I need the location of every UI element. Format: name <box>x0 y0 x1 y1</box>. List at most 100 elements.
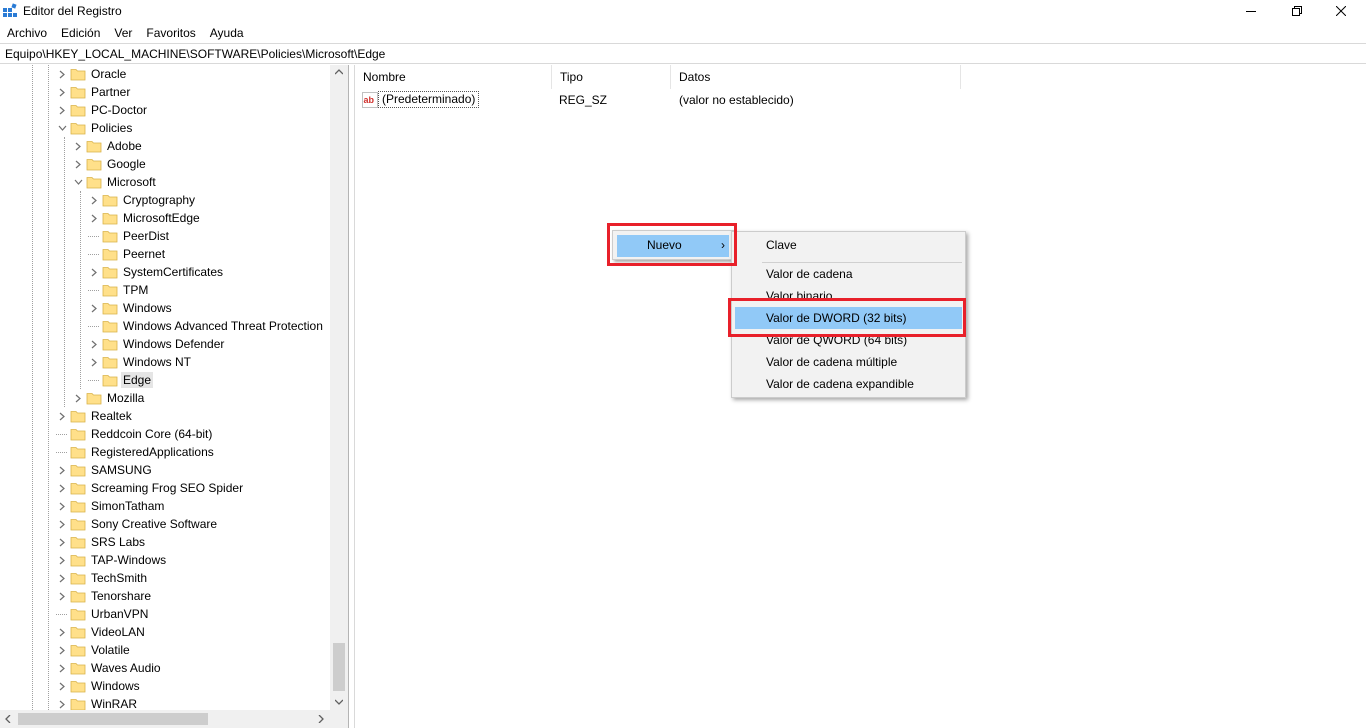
tree-item[interactable]: Policies <box>56 119 134 137</box>
chevron-right-icon[interactable] <box>88 299 100 317</box>
address-path[interactable]: Equipo\HKEY_LOCAL_MACHINE\SOFTWARE\Polic… <box>5 47 385 61</box>
tree-item[interactable]: Volatile <box>56 641 132 659</box>
tree-item[interactable]: Windows Defender <box>88 335 226 353</box>
scroll-right-icon[interactable] <box>318 715 324 723</box>
menu-edicion[interactable]: Edición <box>54 23 107 43</box>
folder-icon <box>70 445 86 459</box>
chevron-right-icon[interactable] <box>88 335 100 353</box>
tree-item[interactable]: Oracle <box>56 65 128 83</box>
tree-item[interactable]: Windows <box>56 677 142 695</box>
tree-horizontal-scrollbar[interactable] <box>0 710 330 728</box>
tree-item[interactable]: Windows <box>88 299 174 317</box>
submenu-item-valor-cadena[interactable]: Valor de cadena <box>735 263 962 285</box>
column-header-type[interactable]: Tipo <box>552 65 671 89</box>
tree-item[interactable]: TechSmith <box>56 569 149 587</box>
tree-item[interactable]: Sony Creative Software <box>56 515 219 533</box>
chevron-right-icon[interactable] <box>88 353 100 371</box>
submenu-item-valor-cadena-multiple[interactable]: Valor de cadena múltiple <box>735 351 962 373</box>
chevron-right-icon[interactable] <box>56 479 68 497</box>
tree-item[interactable]: MicrosoftEdge <box>88 209 202 227</box>
tree-item[interactable]: UrbanVPN <box>56 605 150 623</box>
menu-ver[interactable]: Ver <box>107 23 139 43</box>
tree-item[interactable]: SimonTatham <box>56 497 166 515</box>
tree-item[interactable]: Screaming Frog SEO Spider <box>56 479 245 497</box>
chevron-down-icon[interactable] <box>56 119 68 137</box>
tree-item-label: SRS Labs <box>91 535 146 549</box>
menu-favoritos[interactable]: Favoritos <box>139 23 202 43</box>
tree-item-label: Windows <box>91 679 140 693</box>
chevron-right-icon[interactable] <box>72 155 84 173</box>
tree-guide-line <box>32 65 33 710</box>
tree-item[interactable]: RegisteredApplications <box>56 443 216 461</box>
minimize-button[interactable] <box>1228 0 1274 22</box>
tree-horizontal-scroll-thumb[interactable] <box>18 713 208 725</box>
tree-item[interactable]: Edge <box>88 371 154 389</box>
tree-item[interactable]: VideoLAN <box>56 623 147 641</box>
scroll-up-icon[interactable] <box>335 69 343 75</box>
registry-tree[interactable]: Oracle Partner PC-Doctor Policies Adobe Googl… <box>0 65 349 728</box>
tree-item[interactable]: TAP-Windows <box>56 551 168 569</box>
chevron-right-icon[interactable] <box>72 137 84 155</box>
tree-connector <box>88 227 100 245</box>
tree-connector <box>88 317 100 335</box>
tree-item[interactable]: SAMSUNG <box>56 461 154 479</box>
chevron-right-icon[interactable] <box>88 191 100 209</box>
chevron-right-icon[interactable] <box>56 551 68 569</box>
chevron-right-icon[interactable] <box>56 65 68 83</box>
chevron-right-icon[interactable] <box>88 263 100 281</box>
tree-vertical-scroll-thumb[interactable] <box>333 643 345 691</box>
scroll-left-icon[interactable] <box>5 715 11 723</box>
tree-item[interactable]: PeerDist <box>88 227 171 245</box>
chevron-right-icon[interactable] <box>56 461 68 479</box>
chevron-right-icon[interactable] <box>56 497 68 515</box>
tree-item[interactable]: Windows NT <box>88 353 193 371</box>
chevron-down-icon[interactable] <box>72 173 84 191</box>
tree-item[interactable]: Microsoft <box>72 173 158 191</box>
chevron-right-icon[interactable] <box>56 659 68 677</box>
chevron-right-icon[interactable] <box>56 641 68 659</box>
tree-item[interactable]: Peernet <box>88 245 167 263</box>
column-header-name[interactable]: Nombre <box>355 65 552 89</box>
chevron-right-icon[interactable] <box>56 101 68 119</box>
tree-item-label: Screaming Frog SEO Spider <box>91 481 244 495</box>
close-icon <box>1336 6 1346 16</box>
tree-item[interactable]: PC-Doctor <box>56 101 149 119</box>
chevron-right-icon[interactable] <box>56 587 68 605</box>
chevron-right-icon[interactable] <box>56 623 68 641</box>
tree-vertical-scrollbar[interactable] <box>330 65 348 710</box>
chevron-right-icon[interactable] <box>88 209 100 227</box>
tree-item[interactable]: SRS Labs <box>56 533 147 551</box>
chevron-right-icon[interactable] <box>56 83 68 101</box>
menu-ayuda[interactable]: Ayuda <box>203 23 251 43</box>
column-header-data[interactable]: Datos <box>671 65 961 89</box>
tree-item[interactable]: Tenorshare <box>56 587 153 605</box>
tree-item-label: Realtek <box>91 409 132 423</box>
tree-item[interactable]: Reddcoin Core (64-bit) <box>56 425 214 443</box>
menu-archivo[interactable]: Archivo <box>0 23 54 43</box>
tree-item[interactable]: SystemCertificates <box>88 263 225 281</box>
tree-item[interactable]: Waves Audio <box>56 659 163 677</box>
chevron-right-icon[interactable] <box>56 569 68 587</box>
close-button[interactable] <box>1318 0 1364 22</box>
chevron-right-icon[interactable] <box>56 407 68 425</box>
value-name[interactable]: (Predeterminado) <box>378 91 480 108</box>
submenu-item-clave[interactable]: Clave <box>735 234 962 256</box>
submenu-item-valor-cadena-expandible[interactable]: Valor de cadena expandible <box>735 373 962 395</box>
chevron-right-icon[interactable] <box>72 389 84 407</box>
tree-item[interactable]: Realtek <box>56 407 134 425</box>
tree-item[interactable]: Mozilla <box>72 389 146 407</box>
scroll-down-icon[interactable] <box>335 699 343 705</box>
minimize-icon <box>1246 11 1256 12</box>
address-bar[interactable]: Equipo\HKEY_LOCAL_MACHINE\SOFTWARE\Polic… <box>0 43 1366 64</box>
chevron-right-icon[interactable] <box>56 677 68 695</box>
tree-item[interactable]: Adobe <box>72 137 144 155</box>
tree-item[interactable]: Partner <box>56 83 132 101</box>
chevron-right-icon[interactable] <box>56 533 68 551</box>
tree-item[interactable]: Windows Advanced Threat Protection <box>88 317 325 335</box>
value-row[interactable]: ab (Predeterminado) REG_SZ (valor no est… <box>355 90 1055 110</box>
tree-item[interactable]: Cryptography <box>88 191 197 209</box>
tree-item[interactable]: Google <box>72 155 148 173</box>
restore-button[interactable] <box>1274 0 1320 22</box>
tree-item[interactable]: TPM <box>88 281 150 299</box>
chevron-right-icon[interactable] <box>56 515 68 533</box>
